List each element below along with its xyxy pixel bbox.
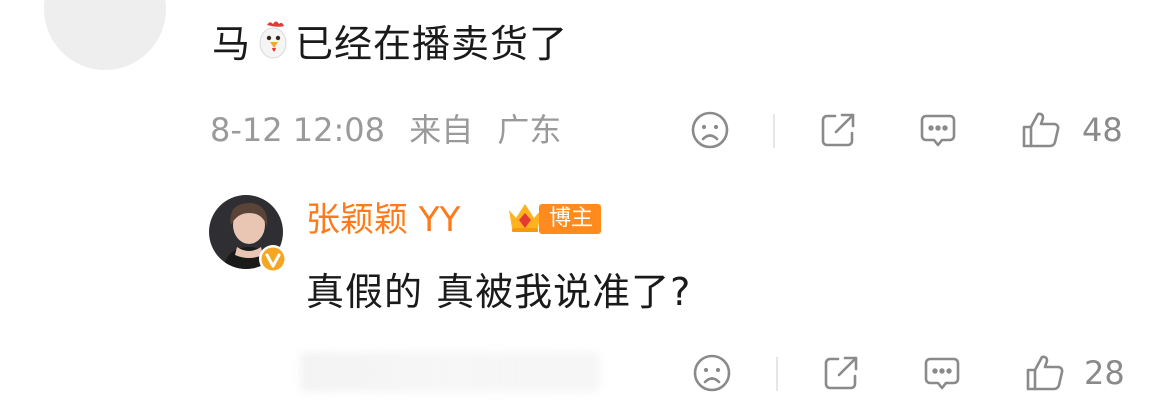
divider (776, 357, 778, 391)
comment-icon[interactable] (918, 110, 958, 150)
comment-body: 马 已经在播卖货了 (212, 18, 568, 76)
comment-text-start: 马 (212, 22, 252, 66)
reply-actions: 28 (692, 349, 1152, 397)
divider (773, 114, 775, 148)
blurred-meta (300, 352, 600, 392)
comment-text-end: 已经在播卖货了 (295, 22, 569, 66)
comment-actions: 48 (690, 106, 1150, 154)
like-count: 28 (1084, 354, 1125, 392)
share-icon[interactable] (821, 353, 861, 393)
comment-date: 8-12 12:08 (210, 111, 386, 149)
like-count: 48 (1082, 111, 1123, 149)
commenter-avatar[interactable] (44, 0, 166, 70)
reply-body: 真假的 真被我说准了? (306, 270, 692, 314)
thumbs-up-icon[interactable] (1024, 353, 1064, 393)
sad-face-icon[interactable] (690, 110, 730, 150)
thumbs-up-icon[interactable] (1020, 110, 1060, 150)
reply-username[interactable]: 张颖颖 YY (306, 196, 460, 244)
share-icon[interactable] (818, 110, 858, 150)
verified-badge-icon (258, 244, 288, 274)
comment-source-prefix: 来自 (409, 111, 474, 149)
comment-location: 广东 (497, 111, 562, 149)
rooster-emoji-icon (251, 19, 295, 76)
blogger-badge: 博主 (505, 200, 602, 238)
blogger-badge-label: 博主 (539, 204, 602, 234)
comment-meta: 8-12 12:08 来自 广东 (210, 106, 561, 154)
comment-icon[interactable] (922, 353, 962, 393)
sad-face-icon[interactable] (692, 353, 732, 393)
